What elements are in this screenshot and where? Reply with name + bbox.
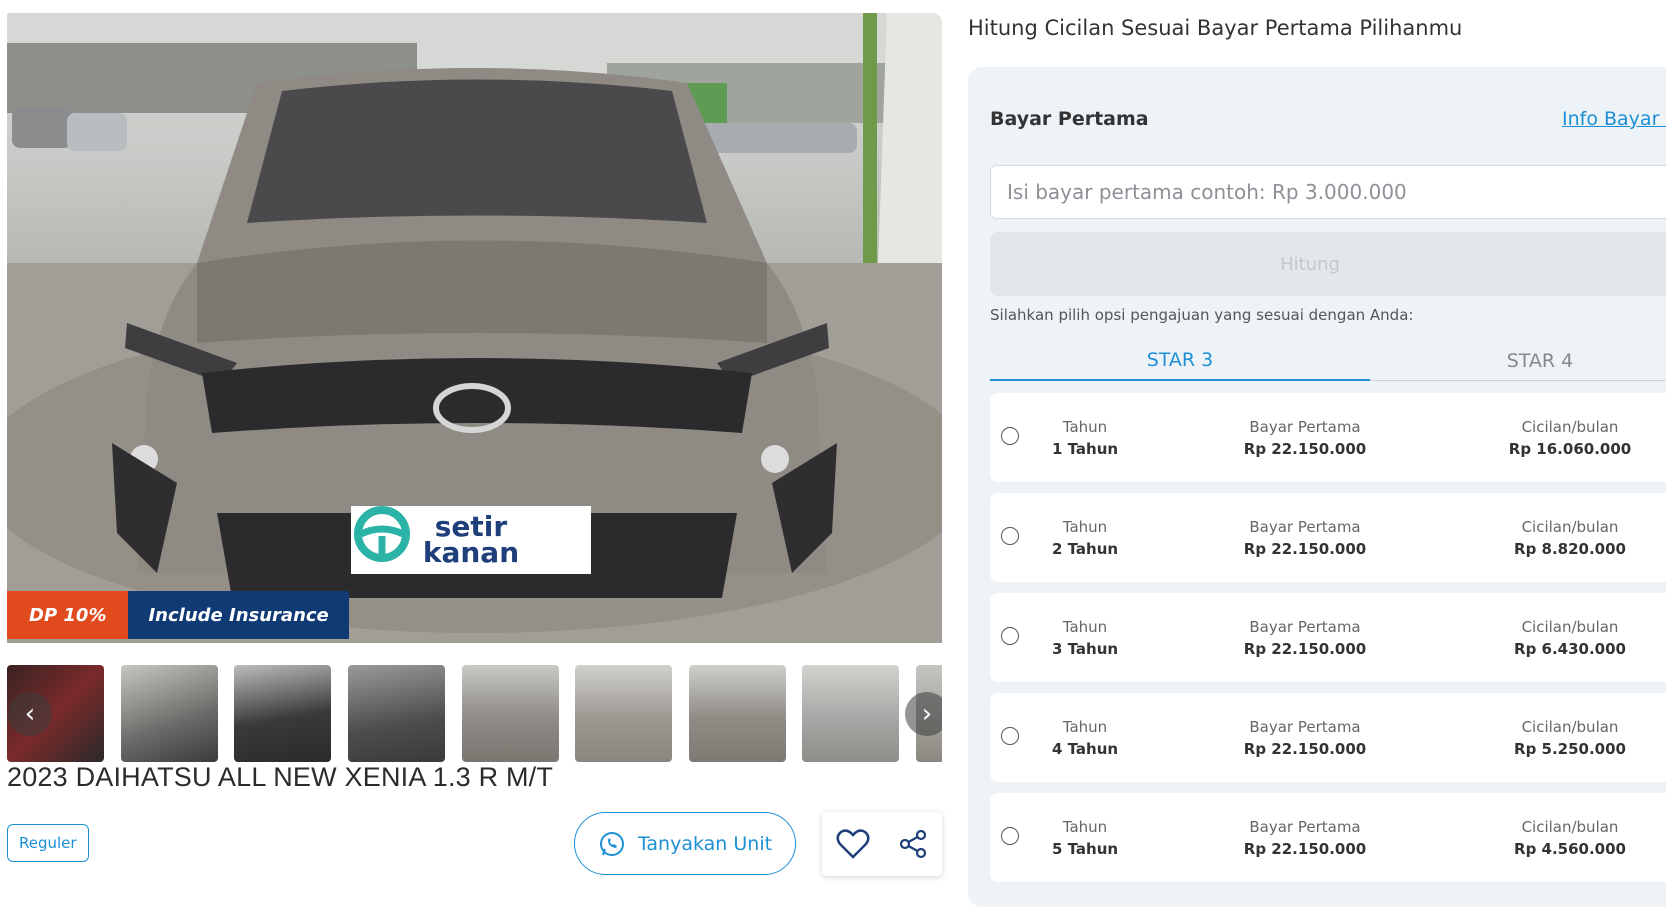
- tenor-column: Tahun 3 Tahun: [1040, 593, 1130, 682]
- monthly-column: Cicilan/bulan Rp 16.060.000: [1495, 393, 1645, 482]
- tenor-value: 5 Tahun: [1051, 839, 1119, 858]
- thumbnail-interior[interactable]: [234, 665, 331, 762]
- option-radio[interactable]: [1001, 827, 1019, 845]
- monthly-label: Cicilan/bulan: [1521, 717, 1619, 736]
- option-radio[interactable]: [1001, 627, 1019, 645]
- monthly-value: Rp 4.560.000: [1514, 839, 1626, 858]
- option-radio[interactable]: [1001, 727, 1019, 745]
- thumbnail-front[interactable]: [689, 665, 786, 762]
- monthly-label: Cicilan/bulan: [1521, 617, 1619, 636]
- installment-option-3[interactable]: Tahun 3 Tahun Bayar Pertama Rp 22.150.00…: [990, 593, 1666, 682]
- dp-badge: DP 10%: [7, 591, 129, 639]
- option-hint: Silahkan pilih opsi pengajuan yang sesua…: [990, 306, 1414, 324]
- option-radio[interactable]: [1001, 427, 1019, 445]
- monthly-label: Cicilan/bulan: [1521, 417, 1619, 436]
- installment-option-1[interactable]: Tahun 1 Tahun Bayar Pertama Rp 22.150.00…: [990, 393, 1666, 482]
- first-payment-value: Rp 22.150.000: [1243, 839, 1367, 858]
- promo-badges: DP 10% Include Insurance: [7, 591, 349, 639]
- ask-unit-button[interactable]: Tanyakan Unit: [574, 812, 796, 875]
- first-payment-column: Bayar Pertama Rp 22.150.000: [1220, 693, 1390, 782]
- first-payment-column: Bayar Pertama Rp 22.150.000: [1220, 793, 1390, 882]
- tab-star-3[interactable]: STAR 3: [990, 341, 1370, 381]
- thumbnail-engine[interactable]: [348, 665, 445, 762]
- option-radio[interactable]: [1001, 527, 1019, 545]
- setir-kanan-logo: setir kanan: [351, 506, 591, 574]
- installment-option-5[interactable]: Tahun 5 Tahun Bayar Pertama Rp 22.150.00…: [990, 793, 1666, 882]
- monthly-column: Cicilan/bulan Rp 4.560.000: [1495, 793, 1645, 882]
- tenor-value: 2 Tahun: [1051, 539, 1119, 558]
- thumbnail-front-left[interactable]: [462, 665, 559, 762]
- first-payment-value: Rp 22.150.000: [1243, 539, 1367, 558]
- plan-tabs: STAR 3 STAR 4: [990, 341, 1666, 381]
- insurance-badge: Include Insurance: [128, 591, 349, 639]
- first-payment-col-label: Bayar Pertama: [1249, 417, 1361, 436]
- steering-wheel-icon: [354, 506, 410, 562]
- plate-logo-text: setir kanan: [422, 510, 520, 569]
- tenor-label: Tahun: [1062, 617, 1108, 636]
- calculator-heading: Hitung Cicilan Sesuai Bayar Pertama Pili…: [968, 16, 1463, 40]
- first-payment-info-link[interactable]: Info Bayar P: [1562, 108, 1666, 130]
- tenor-label: Tahun: [1062, 817, 1108, 836]
- first-payment-col-label: Bayar Pertama: [1249, 717, 1361, 736]
- car-photo[interactable]: setir kanan DP 10% Include Insurance: [7, 13, 942, 643]
- tenor-label: Tahun: [1062, 717, 1108, 736]
- tenor-value: 3 Tahun: [1051, 639, 1119, 658]
- chevron-right-icon[interactable]: ›: [905, 692, 942, 736]
- tenor-value: 1 Tahun: [1051, 439, 1119, 458]
- listing-actions: [822, 812, 942, 876]
- tenor-column: Tahun 2 Tahun: [1040, 493, 1130, 582]
- monthly-column: Cicilan/bulan Rp 8.820.000: [1495, 493, 1645, 582]
- chevron-left-icon[interactable]: ‹: [8, 692, 52, 736]
- monthly-column: Cicilan/bulan Rp 6.430.000: [1495, 593, 1645, 682]
- first-payment-label: Bayar Pertama: [990, 108, 1149, 130]
- car-title: 2023 DAIHATSU ALL NEW XENIA 1.3 R M/T: [7, 762, 554, 792]
- first-payment-input[interactable]: [990, 165, 1666, 219]
- installment-option-2[interactable]: Tahun 2 Tahun Bayar Pertama Rp 22.150.00…: [990, 493, 1666, 582]
- monthly-value: Rp 8.820.000: [1514, 539, 1626, 558]
- monthly-label: Cicilan/bulan: [1521, 517, 1619, 536]
- tenor-value: 4 Tahun: [1051, 739, 1119, 758]
- thumbnail-strip: ‹ ›: [7, 665, 942, 762]
- calculate-button[interactable]: Hitung: [990, 232, 1666, 296]
- thumbnail-trunk[interactable]: [121, 665, 218, 762]
- share-icon[interactable]: [898, 829, 928, 859]
- tenor-label: Tahun: [1062, 517, 1108, 536]
- monthly-value: Rp 5.250.000: [1514, 739, 1626, 758]
- tab-star-4[interactable]: STAR 4: [1370, 341, 1666, 381]
- first-payment-column: Bayar Pertama Rp 22.150.000: [1220, 393, 1390, 482]
- first-payment-value: Rp 22.150.000: [1243, 639, 1367, 658]
- monthly-column: Cicilan/bulan Rp 5.250.000: [1495, 693, 1645, 782]
- tenor-column: Tahun 4 Tahun: [1040, 693, 1130, 782]
- first-payment-value: Rp 22.150.000: [1243, 439, 1367, 458]
- tenor-label: Tahun: [1062, 417, 1108, 436]
- thumbnail-front-angle[interactable]: [575, 665, 672, 762]
- tenor-column: Tahun 5 Tahun: [1040, 793, 1130, 882]
- first-payment-value: Rp 22.150.000: [1243, 739, 1367, 758]
- first-payment-col-label: Bayar Pertama: [1249, 817, 1361, 836]
- tenor-column: Tahun 1 Tahun: [1040, 393, 1130, 482]
- installment-option-4[interactable]: Tahun 4 Tahun Bayar Pertama Rp 22.150.00…: [990, 693, 1666, 782]
- first-payment-column: Bayar Pertama Rp 22.150.000: [1220, 593, 1390, 682]
- ask-unit-label: Tanyakan Unit: [637, 832, 773, 855]
- monthly-label: Cicilan/bulan: [1521, 817, 1619, 836]
- first-payment-col-label: Bayar Pertama: [1249, 617, 1361, 636]
- whatsapp-icon: [599, 831, 624, 856]
- first-payment-column: Bayar Pertama Rp 22.150.000: [1220, 493, 1390, 582]
- monthly-value: Rp 6.430.000: [1514, 639, 1626, 658]
- heart-icon[interactable]: [836, 829, 870, 859]
- thumbnail-rear[interactable]: [802, 665, 899, 762]
- reguler-tag: Reguler: [7, 824, 89, 862]
- first-payment-col-label: Bayar Pertama: [1249, 517, 1361, 536]
- monthly-value: Rp 16.060.000: [1508, 439, 1632, 458]
